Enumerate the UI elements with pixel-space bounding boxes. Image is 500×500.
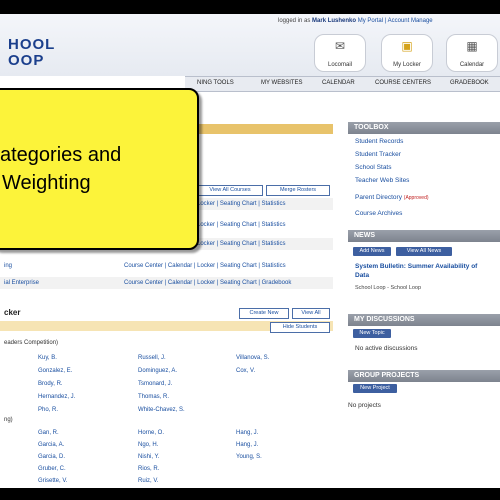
group-projects-header: GROUP PROJECTS [348,370,500,382]
calendar-button[interactable]: ▦ Calendar [446,34,498,72]
news-headline[interactable]: System Bulletin: Summer Availability of [355,263,477,270]
student-column: Kuy, B. Gonzalez, E. Brody, R. Hernandez… [38,352,75,417]
courses-header-bar [185,124,333,134]
student-link[interactable]: Nishi, Y. [138,451,164,463]
toolbox-link[interactable]: Student Records [355,138,403,145]
student-link[interactable]: Kuy, B. [38,352,75,365]
student-link[interactable]: Ruiz, V. [138,475,164,487]
calendar-label: Calendar [459,62,485,68]
student-link[interactable]: Horne, O. [138,427,164,439]
news-source: School Loop - School Loop [355,285,422,291]
my-locker-label: My Locker [393,62,421,68]
locomail-label: Locomail [327,62,352,68]
student-link[interactable]: Thomas, R. [138,391,185,404]
user-name[interactable]: Mark Lushenko [312,18,356,24]
student-link[interactable]: Tsmonard, J. [138,378,185,391]
discussions-header: MY DISCUSSIONS [348,314,500,326]
toolbox-link[interactable]: School Stats [355,164,392,171]
course-name[interactable]: ial Enterprise [4,280,39,286]
no-discussions-text: No active discussions [355,345,418,352]
course-row-links[interactable]: Course Center | Calendar | Locker | Seat… [124,280,291,286]
student-link[interactable]: Ngo, H. [138,439,164,451]
calendar-icon: ▦ [466,39,478,53]
main-nav: NING TOOLS MY WEBSITES CALENDAR COURSE C… [185,76,500,92]
student-column: Hang, J. Hang, J. Young, S. [236,427,262,463]
toolbox-header: TOOLBOX [348,122,500,134]
my-locker-button[interactable]: ▣ My Locker [381,34,433,72]
toolbox-link[interactable]: Student Tracker [355,151,401,158]
student-link[interactable]: White-Chavez, S. [138,404,185,417]
view-all-news-button[interactable]: View All News [396,247,452,256]
tracker-title: cker [4,308,21,317]
nav-course-centers[interactable]: COURSE CENTERS [375,80,431,86]
mail-icon: ✉ [334,39,346,53]
student-column: Horne, O. Ngo, H. Nishi, Y. Rios, R. Rui… [138,427,164,487]
student-link[interactable]: Villanova, S. [236,352,269,365]
merge-rosters-button[interactable]: Merge Rosters [266,185,330,196]
student-column: Russell, J. Dominguez, A. Tsmonard, J. T… [138,352,185,417]
student-link[interactable]: Young, S. [236,451,262,463]
add-news-button[interactable]: Add News [353,247,391,256]
nav-calendar[interactable]: CALENDAR [322,80,355,86]
course-row-links[interactable]: Locker | Seating Chart | Statistics [197,222,286,228]
logo-line-2: OOP [8,52,45,69]
view-all-courses-button[interactable]: View All Courses [197,185,263,196]
student-link[interactable]: Hang, J. [236,439,262,451]
account-links[interactable]: My Portal | Account Manage [358,18,433,24]
slide-callout: ategories and Weighting [0,88,199,250]
student-link[interactable]: Hang, J. [236,427,262,439]
student-link[interactable]: Gan, R. [38,427,67,439]
news-headline-cont[interactable]: Data [355,272,369,279]
parent-directory-link[interactable]: Parent Directory (Approved) [355,194,429,201]
student-link[interactable]: Cox, V. [236,365,269,378]
nav-learning-tools[interactable]: NING TOOLS [197,80,234,86]
student-link[interactable]: Hernandez, J. [38,391,75,404]
callout-line-1: ategories and [0,144,122,166]
group-label: eaders Competition) [4,340,59,346]
student-link[interactable]: Gonzalez, E. [38,365,75,378]
student-link[interactable]: Garcia, A. [38,439,67,451]
callout-line-2: Weighting [2,172,91,194]
no-projects-text: No projects [348,402,381,409]
login-status: logged in as Mark Lushenko My Portal | A… [278,18,433,24]
hide-students-button[interactable]: Hide Students [270,322,330,333]
logged-in-label: logged in as [278,18,311,24]
view-all-button[interactable]: View All [292,308,330,319]
locker-icon: ▣ [401,39,413,53]
new-project-button[interactable]: New Project [353,384,397,393]
nav-gradebook[interactable]: GRADEBOOK [450,80,489,86]
course-row-links[interactable]: Course Center | Calendar | Locker | Seat… [124,263,286,269]
student-link[interactable]: Grisette, V. [38,475,67,487]
locomail-button[interactable]: ✉ Locomail [314,34,366,72]
group-label: ng) [4,417,13,423]
course-archives-link[interactable]: Course Archives [355,210,402,217]
student-link[interactable]: Rios, R. [138,463,164,475]
student-column: Gan, R. Garcia, A. Garcia, D. Gruber, C.… [38,427,67,487]
student-link[interactable]: Russell, J. [138,352,185,365]
site-header: HOOL OOP logged in as Mark Lushenko My P… [0,14,500,76]
approved-note: (Approved) [403,195,429,201]
logo-line-1: HOOL [8,36,56,53]
news-header: NEWS [348,230,500,242]
course-name[interactable]: ing [4,263,12,269]
parent-directory-label[interactable]: Parent Directory [355,194,402,201]
nav-my-websites[interactable]: MY WEBSITES [261,80,303,86]
student-link[interactable]: Dominguez, A. [138,365,185,378]
browser-screen: HOOL OOP logged in as Mark Lushenko My P… [0,14,500,488]
student-link[interactable]: Gruber, C. [38,463,67,475]
toolbox-link[interactable]: Teacher Web Sites [355,177,409,184]
student-link[interactable]: Garcia, D. [38,451,67,463]
student-column: Villanova, S. Cox, V. [236,352,269,378]
student-link[interactable]: Brody, R. [38,378,75,391]
new-topic-button[interactable]: New Topic [353,329,391,338]
course-row-links[interactable]: Locker | Seating Chart | Statistics [197,201,286,207]
course-row-links[interactable]: Locker | Seating Chart | Statistics [197,241,286,247]
create-new-button[interactable]: Create New [239,308,289,319]
student-link[interactable]: Pho, R. [38,404,75,417]
